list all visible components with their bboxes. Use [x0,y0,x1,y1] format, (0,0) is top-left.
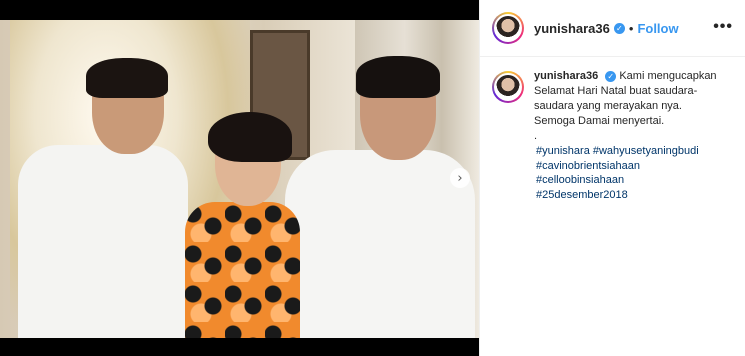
avatar-image [494,14,522,42]
hashtag-link[interactable]: #yunishara #wahyusetyaningbudi [536,144,733,159]
post-sidebar: yunishara36 ✓ • Follow ••• yunishara36 ✓… [479,0,745,356]
post-photo-container: › [0,0,479,356]
person-right-body [285,150,475,338]
follow-button[interactable]: Follow [637,21,678,36]
caption-avatar[interactable] [492,71,524,103]
separator-dot: • [628,20,634,36]
person-left-body [18,145,188,338]
hashtag-link[interactable]: #celloobinsiahaan [536,173,733,188]
chevron-right-icon: › [457,170,463,186]
verified-badge-icon: ✓ [605,71,617,82]
next-photo-button[interactable]: › [450,168,470,188]
post-header: yunishara36 ✓ • Follow ••• [480,0,745,57]
hashtag-link[interactable]: #25desember2018 [536,188,733,203]
person-center-dress [185,202,300,338]
avatar-image [494,73,522,101]
verified-badge-icon: ✓ [613,22,625,34]
caption: yunishara36 ✓ Kami mengucapkan Selamat H… [534,69,724,144]
person-right-hair [356,56,440,98]
caption-username[interactable]: yunishara36 [534,70,598,82]
post-photo[interactable] [0,20,479,338]
person-center-hair [208,112,292,162]
hashtag-link[interactable]: #cavinobrientsiahaan [536,159,733,174]
avatar[interactable] [492,12,524,44]
username-link[interactable]: yunishara36 [534,21,610,36]
caption-comment: yunishara36 ✓ Kami mengucapkan Selamat H… [480,57,745,144]
hashtag-list: #yunishara #wahyusetyaningbudi #cavinobr… [524,144,745,202]
caption-period: . [534,130,538,142]
person-left-hair [86,58,168,98]
more-options-icon[interactable]: ••• [713,19,733,35]
